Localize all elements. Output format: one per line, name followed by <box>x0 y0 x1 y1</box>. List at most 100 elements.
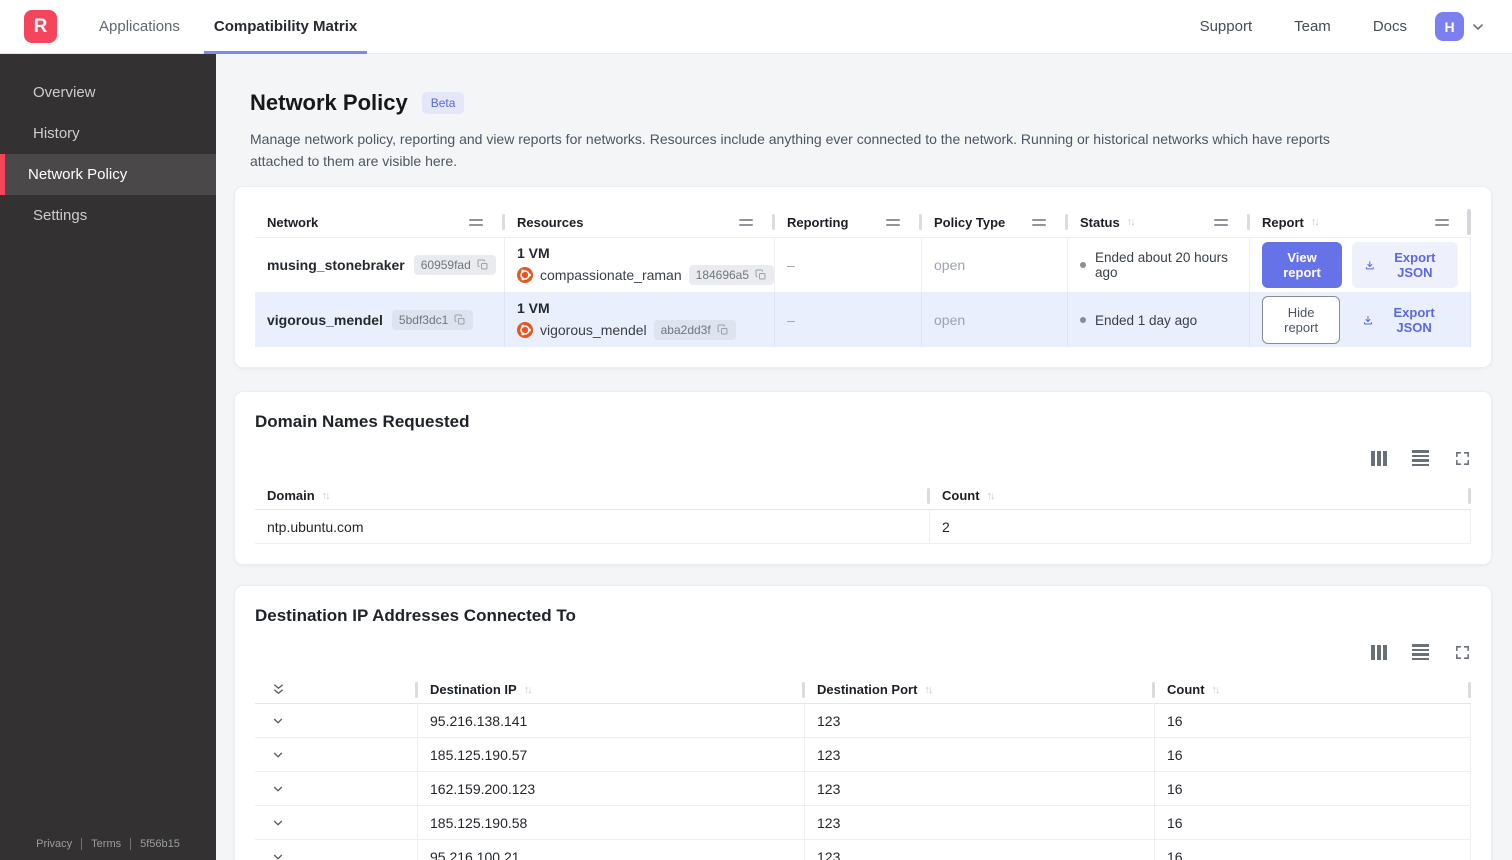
app-logo[interactable]: R <box>24 10 57 43</box>
ip-row[interactable]: 162.159.200.123 123 16 <box>255 772 1471 807</box>
top-tabs: Applications Compatibility Matrix <box>89 0 381 54</box>
card-title: Domain Names Requested <box>255 412 470 432</box>
table-scrollbar-thumb[interactable] <box>1467 209 1471 236</box>
ubuntu-icon <box>517 322 533 339</box>
expand-row-button[interactable] <box>255 704 418 738</box>
vm-name: vigorous_mendel <box>540 322 647 339</box>
sort-icon[interactable]: ↑↓ <box>524 684 533 696</box>
sort-icon[interactable]: ↑↓ <box>1311 216 1320 228</box>
network-row-musing-stonebraker[interactable]: musing_stonebraker 60959fad 1 VM compass… <box>255 237 1471 293</box>
privacy-link[interactable]: Privacy <box>27 838 81 850</box>
column-resize-handle-icon[interactable] <box>1435 218 1459 226</box>
count-cell: 16 <box>1155 840 1471 860</box>
fullscreen-icon[interactable] <box>1454 644 1471 661</box>
hide-report-button[interactable]: Hide report <box>1262 296 1341 345</box>
export-label: Export JSON <box>1394 250 1436 281</box>
count-cell: 16 <box>1155 738 1471 772</box>
column-header-destination-port[interactable]: Destination Port ↑↓ <box>805 676 1155 703</box>
column-resize-handle-icon[interactable] <box>1214 218 1238 226</box>
networks-card: Network Resources Reporting Policy Type … <box>234 186 1492 369</box>
network-row-vigorous-mendel[interactable]: vigorous_mendel 5bdf3dc1 1 VM vigorous_m… <box>255 292 1471 348</box>
export-json-button[interactable]: Export JSON <box>1350 297 1458 343</box>
column-header-report[interactable]: Report ↑↓ <box>1250 207 1471 237</box>
sort-icon[interactable]: ↑↓ <box>322 490 331 502</box>
column-header-destination-ip[interactable]: Destination IP ↑↓ <box>418 676 805 703</box>
column-header-status[interactable]: Status ↑↓ <box>1068 207 1250 237</box>
expand-row-button[interactable] <box>255 840 418 860</box>
sidebar-item-settings[interactable]: Settings <box>0 195 216 236</box>
column-header-network[interactable]: Network <box>255 207 505 237</box>
report-cell: View report Export JSON <box>1250 238 1471 293</box>
ips-table-header: Destination IP ↑↓ Destination Port ↑↓ Co… <box>255 676 1471 705</box>
beta-badge: Beta <box>421 92 465 114</box>
count-cell: 2 <box>930 510 1471 544</box>
ip-cell: 185.125.190.57 <box>418 738 805 772</box>
main-content: Network Policy Beta Manage network polic… <box>216 54 1512 860</box>
link-docs[interactable]: Docs <box>1373 18 1407 35</box>
ip-row[interactable]: 95.216.138.141 123 16 <box>255 704 1471 739</box>
download-icon <box>1364 315 1373 325</box>
status-text: Ended about 20 hours ago <box>1095 250 1228 281</box>
vm-id-badge[interactable]: 184696a5 <box>688 265 775 286</box>
status-dot-icon <box>1080 262 1086 269</box>
ip-row[interactable]: 185.125.190.57 123 16 <box>255 738 1471 773</box>
column-label: Reporting <box>787 214 849 230</box>
count-cell: 16 <box>1155 806 1471 840</box>
column-header-domain[interactable]: Domain ↑↓ <box>255 482 930 509</box>
column-resize-handle-icon[interactable] <box>886 218 910 226</box>
column-header-reporting[interactable]: Reporting <box>775 207 922 237</box>
policy-type-cell: open <box>922 238 1068 293</box>
column-header-count[interactable]: Count ↑↓ <box>930 482 1471 509</box>
expand-all-header[interactable] <box>255 676 418 703</box>
network-id-badge[interactable]: 5bdf3dc1 <box>391 310 474 331</box>
ip-row[interactable]: 95.216.100.21 123 16 <box>255 840 1471 860</box>
column-view-icon[interactable] <box>1371 450 1387 466</box>
sidebar-item-overview[interactable]: Overview <box>0 72 216 113</box>
vm-id-badge[interactable]: aba2dd3f <box>653 320 736 341</box>
network-cell: musing_stonebraker 60959fad <box>255 238 505 293</box>
column-resize-handle-icon[interactable] <box>1032 218 1056 226</box>
view-report-button[interactable]: View report <box>1262 242 1343 289</box>
list-view-icon[interactable] <box>1412 644 1429 661</box>
ip-row[interactable]: 185.125.190.58 123 16 <box>255 806 1471 841</box>
column-resize-handle-icon[interactable] <box>739 218 763 226</box>
column-resize-handle-icon[interactable] <box>469 218 493 226</box>
chevron-down-icon <box>273 820 283 826</box>
sort-icon[interactable]: ↑↓ <box>924 684 933 696</box>
fullscreen-icon[interactable] <box>1454 450 1471 467</box>
sidebar-item-history[interactable]: History <box>0 113 216 154</box>
avatar[interactable]: H <box>1435 12 1464 41</box>
domain-row[interactable]: ntp.ubuntu.com 2 <box>255 510 1471 545</box>
expand-row-button[interactable] <box>255 806 418 840</box>
column-header-resources[interactable]: Resources <box>505 207 775 237</box>
copy-icon <box>755 269 766 280</box>
column-header-policy-type[interactable]: Policy Type <box>922 207 1068 237</box>
expand-row-button[interactable] <box>255 772 418 806</box>
chevron-down-icon[interactable] <box>1470 19 1486 35</box>
sidebar-item-network-policy[interactable]: Network Policy <box>0 154 216 195</box>
page-description: Manage network policy, reporting and vie… <box>250 131 1330 169</box>
column-label: Network <box>267 214 319 230</box>
column-header-count[interactable]: Count ↑↓ <box>1155 676 1471 703</box>
domain-names-card: Domain Names Requested Domain ↑↓ Count ↑… <box>234 391 1492 566</box>
expand-row-button[interactable] <box>255 738 418 772</box>
vm-id: aba2dd3f <box>660 323 711 338</box>
column-label: Count <box>942 488 980 504</box>
vm-id: 184696a5 <box>695 268 750 283</box>
sort-icon[interactable]: ↑↓ <box>987 490 996 502</box>
list-view-icon[interactable] <box>1412 450 1429 467</box>
export-label: Export JSON <box>1393 305 1435 336</box>
export-json-button[interactable]: Export JSON <box>1352 242 1458 289</box>
terms-link[interactable]: Terms <box>81 838 130 850</box>
networks-table-header: Network Resources Reporting Policy Type … <box>255 207 1471 237</box>
sort-icon[interactable]: ↑↓ <box>1127 216 1136 228</box>
double-chevron-down-icon <box>274 684 283 695</box>
tab-compatibility-matrix[interactable]: Compatibility Matrix <box>203 0 368 54</box>
tab-applications[interactable]: Applications <box>89 0 190 54</box>
link-team[interactable]: Team <box>1294 18 1331 35</box>
reporting-cell: – <box>775 293 922 348</box>
column-view-icon[interactable] <box>1371 644 1387 660</box>
network-id-badge[interactable]: 60959fad <box>413 255 496 276</box>
link-support[interactable]: Support <box>1200 18 1253 35</box>
sort-icon[interactable]: ↑↓ <box>1212 684 1221 696</box>
